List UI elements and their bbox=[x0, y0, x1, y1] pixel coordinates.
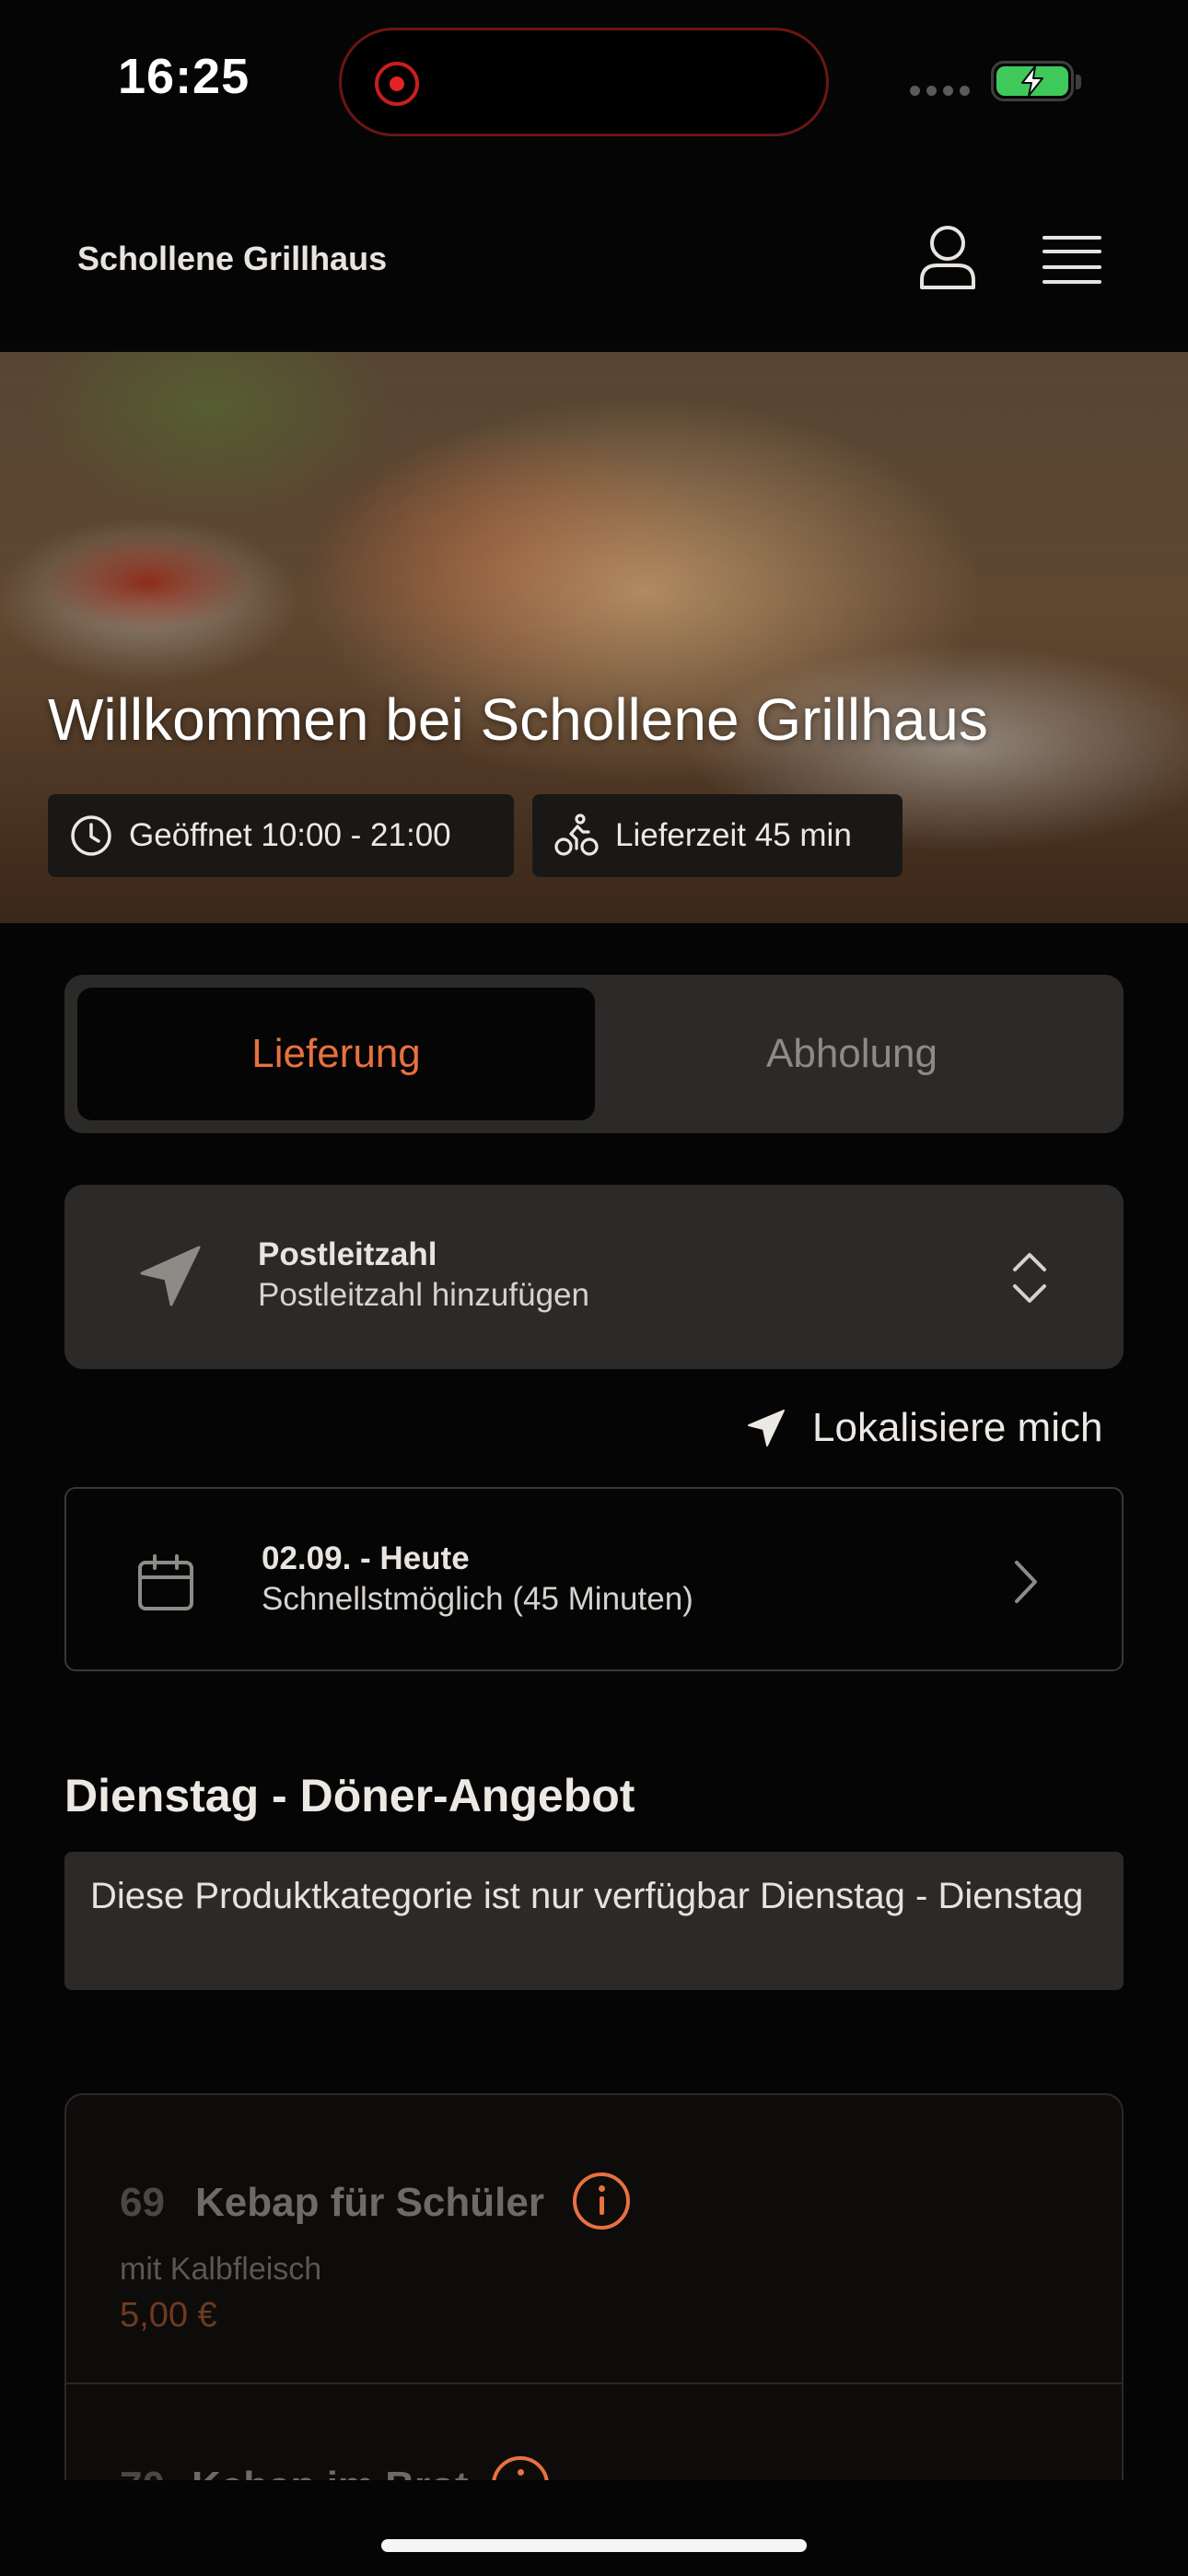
category-availability-notice: Diese Produktkategorie ist nur verfügbar… bbox=[64, 1852, 1124, 1990]
app-header: Schollene Grillhaus bbox=[0, 166, 1188, 350]
hero-title: Willkommen bei Schollene Grillhaus bbox=[48, 686, 988, 753]
cyclist-icon bbox=[554, 814, 599, 856]
dynamic-island bbox=[339, 28, 829, 136]
screen-recording-icon bbox=[375, 62, 419, 106]
product-description: mit Kalbfleisch bbox=[120, 2252, 322, 2287]
opening-hours-badge: Geöffnet 10:00 - 21:00 bbox=[48, 794, 514, 877]
chevron-right-icon bbox=[1015, 1561, 1037, 1603]
battery-charging-icon bbox=[991, 61, 1081, 101]
hero-banner: Willkommen bei Schollene Grillhaus Geöff… bbox=[0, 352, 1188, 923]
hamburger-menu-icon[interactable] bbox=[1042, 234, 1101, 286]
tab-delivery[interactable]: Lieferung bbox=[77, 988, 595, 1120]
product-price: 5,00 € bbox=[120, 2296, 217, 2335]
opening-hours-text: Geöffnet 10:00 - 21:00 bbox=[129, 817, 451, 853]
chevron-up-down-icon bbox=[1013, 1253, 1046, 1303]
product-number: 69 bbox=[120, 2180, 165, 2225]
order-mode-toggle: Lieferung Abholung bbox=[64, 975, 1124, 1133]
status-time: 16:25 bbox=[118, 49, 250, 104]
bottom-safe-area bbox=[0, 2480, 1188, 2576]
locate-me-label: Lokalisiere mich bbox=[812, 1405, 1103, 1450]
status-bar: 16:25 bbox=[0, 0, 1188, 166]
delivery-time-text: Lieferzeit 45 min bbox=[615, 817, 852, 853]
home-indicator[interactable] bbox=[381, 2539, 807, 2552]
category-title: Dienstag - Döner-Angebot bbox=[64, 1770, 635, 1821]
delivery-date-label: 02.09. - Heute bbox=[262, 1540, 470, 1576]
postal-code-selector[interactable]: Postleitzahl Postleitzahl hinzufügen bbox=[64, 1185, 1124, 1369]
tab-pickup[interactable]: Abholung bbox=[593, 988, 1111, 1120]
postal-code-label: Postleitzahl bbox=[258, 1236, 437, 1272]
product-name: Kebap für Schüler bbox=[195, 2180, 544, 2225]
user-icon[interactable] bbox=[917, 223, 978, 291]
delivery-time-value: Schnellstmöglich (45 Minuten) bbox=[262, 1581, 693, 1617]
location-arrow-icon bbox=[748, 1410, 785, 1446]
info-icon[interactable] bbox=[573, 2172, 630, 2230]
brand-name[interactable]: Schollene Grillhaus bbox=[77, 240, 387, 278]
navigation-arrow-icon bbox=[140, 1246, 201, 1306]
locate-me-button[interactable]: Lokalisiere mich bbox=[746, 1402, 1102, 1454]
delivery-time-badge: Lieferzeit 45 min bbox=[532, 794, 903, 877]
postal-code-value: Postleitzahl hinzufügen bbox=[258, 1277, 589, 1313]
clock-icon bbox=[71, 815, 111, 856]
delivery-date-selector[interactable]: 02.09. - Heute Schnellstmöglich (45 Minu… bbox=[64, 1487, 1124, 1671]
signal-dots-icon bbox=[910, 86, 970, 96]
calendar-icon bbox=[138, 1554, 193, 1610]
product-item[interactable]: 69 Kebap für Schüler mit Kalbfleisch 5,0… bbox=[66, 2095, 1122, 2384]
